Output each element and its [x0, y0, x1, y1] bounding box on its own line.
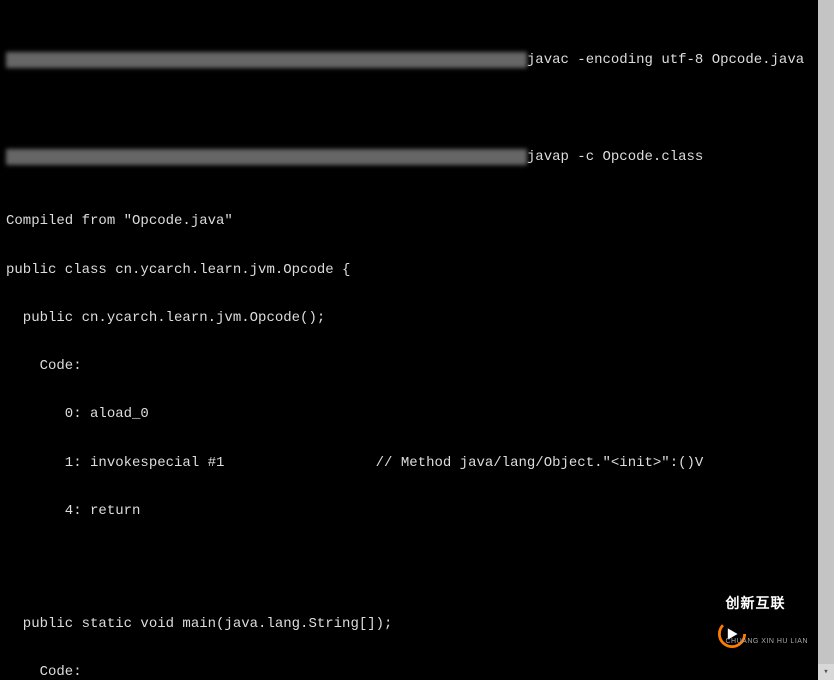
scrollbar-thumb[interactable] [818, 0, 834, 680]
output-code-label: Code: [6, 358, 828, 374]
scroll-down-arrow-icon[interactable]: ▾ [818, 664, 834, 680]
watermark: 创新互联 CHUANG XIN HU LIAN [691, 567, 808, 674]
obscured-path: ████████████████████████████████████████… [6, 149, 527, 165]
blank-line [6, 551, 828, 567]
blank-line [6, 101, 828, 117]
command-line-1: ████████████████████████████████████████… [6, 52, 828, 68]
watermark-en: CHUANG XIN HU LIAN [725, 638, 808, 646]
watermark-cn: 创新互联 [725, 595, 808, 611]
bytecode-line: 1: invokespecial #1 // Method java/lang/… [6, 455, 828, 471]
bytecode-line: 0: aload_0 [6, 406, 828, 422]
vertical-scrollbar[interactable]: ▴ ▾ [818, 0, 834, 680]
output-compiled-from: Compiled from "Opcode.java" [6, 213, 828, 229]
bytecode-line: 4: return [6, 503, 828, 519]
command-text: javac -encoding utf-8 Opcode.java [527, 52, 804, 68]
terminal-window[interactable]: ████████████████████████████████████████… [0, 0, 834, 680]
output-class-decl: public class cn.ycarch.learn.jvm.Opcode … [6, 262, 828, 278]
output-ctor-sig: public cn.ycarch.learn.jvm.Opcode(); [6, 310, 828, 326]
watermark-text: 创新互联 CHUANG XIN HU LIAN [725, 567, 808, 674]
watermark-logo-icon [691, 607, 719, 635]
command-line-2: ████████████████████████████████████████… [6, 149, 828, 165]
obscured-path: ████████████████████████████████████████… [6, 52, 527, 68]
command-text: javap -c Opcode.class [527, 149, 703, 165]
